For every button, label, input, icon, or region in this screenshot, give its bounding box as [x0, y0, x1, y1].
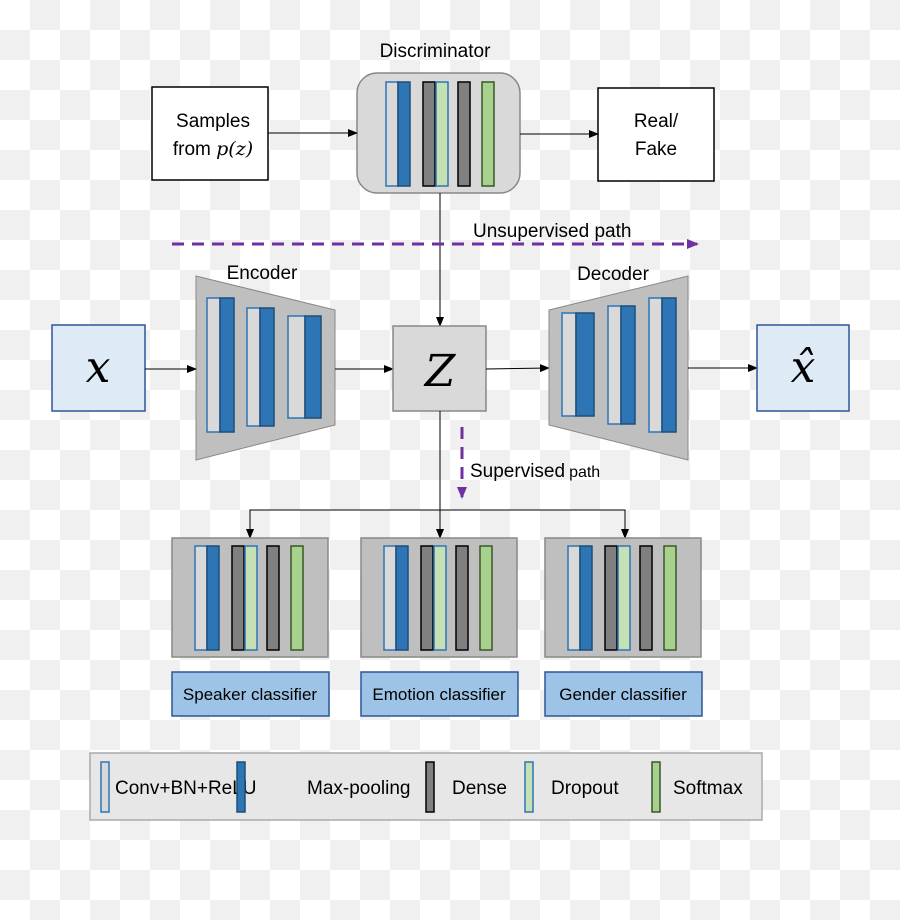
input-x-symbol: x [86, 342, 111, 393]
real-label: Real/ [634, 111, 679, 132]
classifier-label: Speaker classifier [183, 685, 318, 704]
conv-layer [194, 545, 208, 651]
maxpool-layer [661, 297, 677, 433]
softmax-layer [479, 545, 493, 651]
maxpool-layer [304, 315, 322, 419]
dropout-layer [433, 545, 447, 651]
real-fake-box [597, 87, 715, 182]
dense-layer [422, 81, 436, 187]
conv-layer [287, 315, 306, 419]
classifier-branch-line [249, 509, 626, 538]
encoder-title: Encoder [227, 263, 298, 284]
maxpool-layer [219, 297, 235, 433]
legend-swatch-maxpool [236, 761, 246, 813]
maxpool-layer [206, 545, 220, 651]
maxpool-layer [575, 312, 595, 417]
legend-label-conv: Conv+BN+ReLU [115, 778, 257, 799]
unsupervised-path-label: Unsupervised path [473, 221, 631, 242]
dense-layer [455, 545, 469, 651]
classifier-speaker: Speaker classifier [171, 537, 330, 717]
samples-label: Samples [176, 111, 250, 132]
maxpool-layer [259, 307, 275, 427]
softmax-layer [290, 545, 304, 651]
dropout-layer [435, 81, 449, 187]
output-xhat-symbol: x̂ [791, 342, 816, 393]
dense-layer [639, 545, 653, 651]
samples-box [151, 86, 269, 181]
conv-layer [383, 545, 397, 651]
discriminator-title: Discriminator [380, 41, 492, 62]
classifiers: Speaker classifier Emotion classifier Gend… [171, 537, 703, 717]
dense-layer [457, 81, 471, 187]
softmax-layer [663, 545, 677, 651]
fake-label: Fake [635, 139, 677, 160]
decoder-layers [561, 297, 677, 433]
conv-layer [561, 312, 577, 417]
classifier-gender: Gender classifier [544, 537, 703, 717]
dense-layer [604, 545, 618, 651]
samples-from-label: from p(z) [173, 138, 253, 160]
z-to-decoder-arrow [485, 364, 550, 373]
conv-layer [385, 81, 399, 187]
legend-swatch-dropout [524, 761, 534, 813]
legend-label-softmax: Softmax [673, 778, 743, 799]
legend-label-maxpool: Max-pooling [307, 778, 411, 799]
classifier-label: Emotion classifier [372, 685, 506, 704]
latent-z-symbol: Z [423, 346, 457, 397]
legend-swatch-conv [100, 761, 110, 813]
conv-layer [246, 307, 261, 427]
supervised-path-label: Supervised path [470, 461, 600, 482]
classifier-emotion: Emotion classifier [360, 537, 519, 717]
legend-label-dropout: Dropout [551, 778, 619, 799]
maxpool-layer [579, 545, 593, 651]
conv-layer [206, 297, 221, 433]
encoder-layers [206, 297, 322, 433]
conv-layer [607, 305, 622, 425]
maxpool-layer [620, 305, 636, 425]
legend-swatch-dense [425, 761, 435, 813]
dense-layer [420, 545, 434, 651]
softmax-layer [481, 81, 495, 187]
legend-label-dense: Dense [452, 778, 507, 799]
conv-layer [648, 297, 663, 433]
maxpool-layer [397, 81, 411, 187]
dense-layer [266, 545, 280, 651]
dense-layer [231, 545, 245, 651]
dropout-layer [244, 545, 258, 651]
decoder-title: Decoder [577, 264, 649, 285]
maxpool-layer [395, 545, 409, 651]
legend-swatch-softmax [651, 761, 661, 813]
conv-layer [567, 545, 581, 651]
dropout-layer [617, 545, 631, 651]
gan-autoencoder-diagram: Discriminator Samples from p(z) Real/ Fa… [51, 41, 850, 821]
classifier-label: Gender classifier [559, 685, 687, 704]
